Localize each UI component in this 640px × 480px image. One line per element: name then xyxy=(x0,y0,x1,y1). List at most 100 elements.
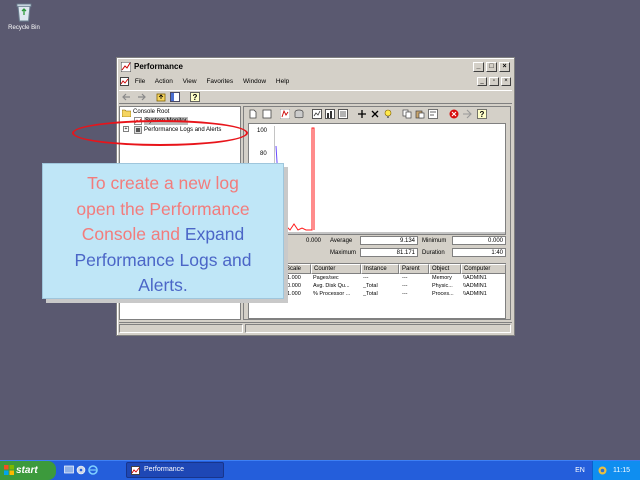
cell-scale: 1.000 xyxy=(287,275,301,281)
col-instance[interactable]: Instance xyxy=(361,264,399,274)
duration-label: Duration xyxy=(422,250,445,256)
clock[interactable]: 11:15 xyxy=(613,467,630,474)
close-button[interactable]: × xyxy=(499,62,510,72)
cell-computer: \\ADMIN1 xyxy=(463,283,487,289)
tutorial-callout: To create a new log open the Performance… xyxy=(42,163,284,299)
start-button[interactable]: start xyxy=(0,461,56,480)
view-log-data-icon[interactable] xyxy=(294,109,304,119)
child-close-button[interactable]: × xyxy=(501,77,511,86)
cell-scale: 1.000 xyxy=(287,291,301,297)
minimum-value: 0.000 xyxy=(452,236,506,245)
col-computer[interactable]: Computer xyxy=(461,264,506,274)
tree-console-root[interactable]: Console Root xyxy=(133,108,169,116)
performance-graph[interactable]: 100 80 xyxy=(248,123,506,235)
col-object[interactable]: Object xyxy=(429,264,461,274)
maximize-button[interactable]: □ xyxy=(486,62,497,72)
cell-object: Physic... xyxy=(432,283,453,289)
series-processor-line xyxy=(281,127,315,231)
callout-line-3-text: Console and xyxy=(81,224,185,244)
cell-parent: --- xyxy=(402,275,408,281)
cell-scale: 100.000 xyxy=(281,283,301,289)
table-row[interactable]: 100.000 Avg. Disk Qu... _Total --- Physi… xyxy=(249,283,505,291)
table-row[interactable]: 1.000 Pages/sec --- --- Memory \\ADMIN1 xyxy=(249,275,505,283)
help-icon[interactable]: ? xyxy=(190,92,200,102)
menu-bar: File Action View Favorites Window Help _… xyxy=(119,76,512,88)
callout-line-2: open the Performance xyxy=(76,198,250,219)
child-minimize-button[interactable]: _ xyxy=(477,77,487,86)
recycle-bin-label: Recycle Bin xyxy=(8,25,40,31)
taskbar-button-performance[interactable]: Performance xyxy=(126,462,224,478)
language-indicator[interactable]: EN xyxy=(570,461,590,480)
forward-arrow-icon[interactable] xyxy=(136,92,146,102)
start-label: start xyxy=(16,465,38,476)
up-folder-icon[interactable] xyxy=(156,92,166,102)
child-restore-button[interactable]: ▫ xyxy=(489,77,499,86)
col-scale[interactable]: Scale xyxy=(283,264,311,274)
windows-logo-icon xyxy=(4,465,14,475)
last-value: 0.000 xyxy=(306,238,322,244)
view-current-activity-icon[interactable] xyxy=(280,109,290,119)
network-tray-icon[interactable] xyxy=(598,466,607,475)
svg-text:?: ? xyxy=(193,93,198,102)
back-arrow-icon[interactable] xyxy=(122,92,132,102)
graph-plot-area xyxy=(274,126,505,234)
monitor-toolbar: ? xyxy=(244,107,510,121)
title-bar[interactable]: Performance _ □ × xyxy=(119,60,512,74)
show-desktop-icon[interactable] xyxy=(64,465,74,475)
highlight-icon[interactable] xyxy=(383,109,393,119)
col-parent[interactable]: Parent xyxy=(399,264,429,274)
menu-help[interactable]: Help xyxy=(276,78,289,85)
minimize-button[interactable]: _ xyxy=(473,62,484,72)
cell-parent: --- xyxy=(402,291,408,297)
cell-computer: \\ADMIN1 xyxy=(463,275,487,281)
show-tree-icon[interactable] xyxy=(170,92,180,102)
callout-line-1: To create a new log xyxy=(87,173,239,193)
maximum-label: Maximum xyxy=(330,250,357,256)
freeze-display-icon[interactable] xyxy=(449,109,459,119)
col-counter[interactable]: Counter xyxy=(311,264,361,274)
navigation-toolbar: ? xyxy=(119,90,512,104)
minimum-label: Minimum xyxy=(422,238,447,244)
view-report-icon[interactable] xyxy=(338,109,348,119)
console-icon[interactable] xyxy=(120,76,129,86)
internet-explorer-icon[interactable] xyxy=(88,465,98,475)
copy-properties-icon[interactable] xyxy=(402,109,412,119)
cell-counter: % Processor ... xyxy=(313,291,351,297)
delete-counter-icon[interactable] xyxy=(370,109,380,119)
average-label: Average xyxy=(330,238,353,244)
clear-display-icon[interactable] xyxy=(262,109,272,119)
duration-value: 1:40 xyxy=(452,248,506,257)
windows-media-icon[interactable] xyxy=(76,465,86,475)
menu-window[interactable]: Window xyxy=(243,78,266,85)
statistics-bar: 0.000 Average 9.134 Minimum 0.000 Maximu… xyxy=(248,236,506,261)
menu-favorites[interactable]: Favorites xyxy=(206,78,233,85)
status-panel-left xyxy=(119,324,243,333)
new-counter-set-icon[interactable] xyxy=(248,109,258,119)
menu-file[interactable]: File xyxy=(135,78,145,85)
table-row[interactable]: 1.000 % Processor ... _Total --- Proces.… xyxy=(249,291,505,299)
y-tick-80: 80 xyxy=(260,151,267,157)
paste-counter-list-icon[interactable] xyxy=(415,109,425,119)
recycle-bin-icon xyxy=(15,2,33,22)
menu-view[interactable]: View xyxy=(183,78,197,85)
properties-icon[interactable] xyxy=(428,109,438,119)
view-graph-icon[interactable] xyxy=(312,109,322,119)
performance-app-icon xyxy=(121,62,131,72)
callout-expand-keyword: Expand xyxy=(184,224,245,244)
recycle-bin-shortcut[interactable]: Recycle Bin xyxy=(4,2,44,31)
cell-computer: \\ADMIN1 xyxy=(463,291,487,297)
add-counter-icon[interactable] xyxy=(357,109,367,119)
update-data-icon[interactable] xyxy=(462,109,472,119)
callout-line-3: Console and Expand xyxy=(43,222,283,248)
cell-counter: Avg. Disk Qu... xyxy=(313,283,350,289)
status-panel-right xyxy=(245,324,511,333)
average-value: 9.134 xyxy=(360,236,418,245)
system-tray: 11:15 xyxy=(592,461,640,480)
highlight-ellipse xyxy=(72,120,248,146)
status-bar xyxy=(119,322,512,334)
view-histogram-icon[interactable] xyxy=(325,109,335,119)
menu-action[interactable]: Action xyxy=(155,78,173,85)
counter-legend: Scale Counter Instance Parent Object Com… xyxy=(248,263,506,319)
cell-object: Memory xyxy=(432,275,452,281)
monitor-help-icon[interactable]: ? xyxy=(477,109,487,119)
